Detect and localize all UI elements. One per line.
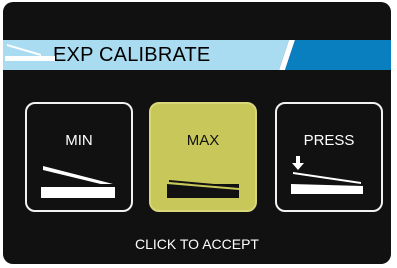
header-banner: EXP CALIBRATE <box>3 40 391 70</box>
expression-pedal-icon <box>5 44 55 61</box>
option-min-label: MIN <box>65 132 93 149</box>
option-press[interactable]: PRESS <box>275 102 383 212</box>
option-press-label: PRESS <box>303 132 355 149</box>
option-max-label: MAX <box>186 132 220 149</box>
pedal-toe-down-icon <box>167 180 239 198</box>
pedal-press-icon <box>291 156 363 194</box>
page-title: EXP CALIBRATE <box>53 44 211 66</box>
pedal-heel-down-icon <box>41 166 115 198</box>
option-min[interactable]: MIN <box>25 102 133 212</box>
accept-hint: CLICK TO ACCEPT <box>135 236 259 252</box>
option-max[interactable]: MAX <box>149 102 257 212</box>
calibration-screen: EXP CALIBRATE MIN MAX PRESS CLICK TO ACC… <box>3 2 391 264</box>
